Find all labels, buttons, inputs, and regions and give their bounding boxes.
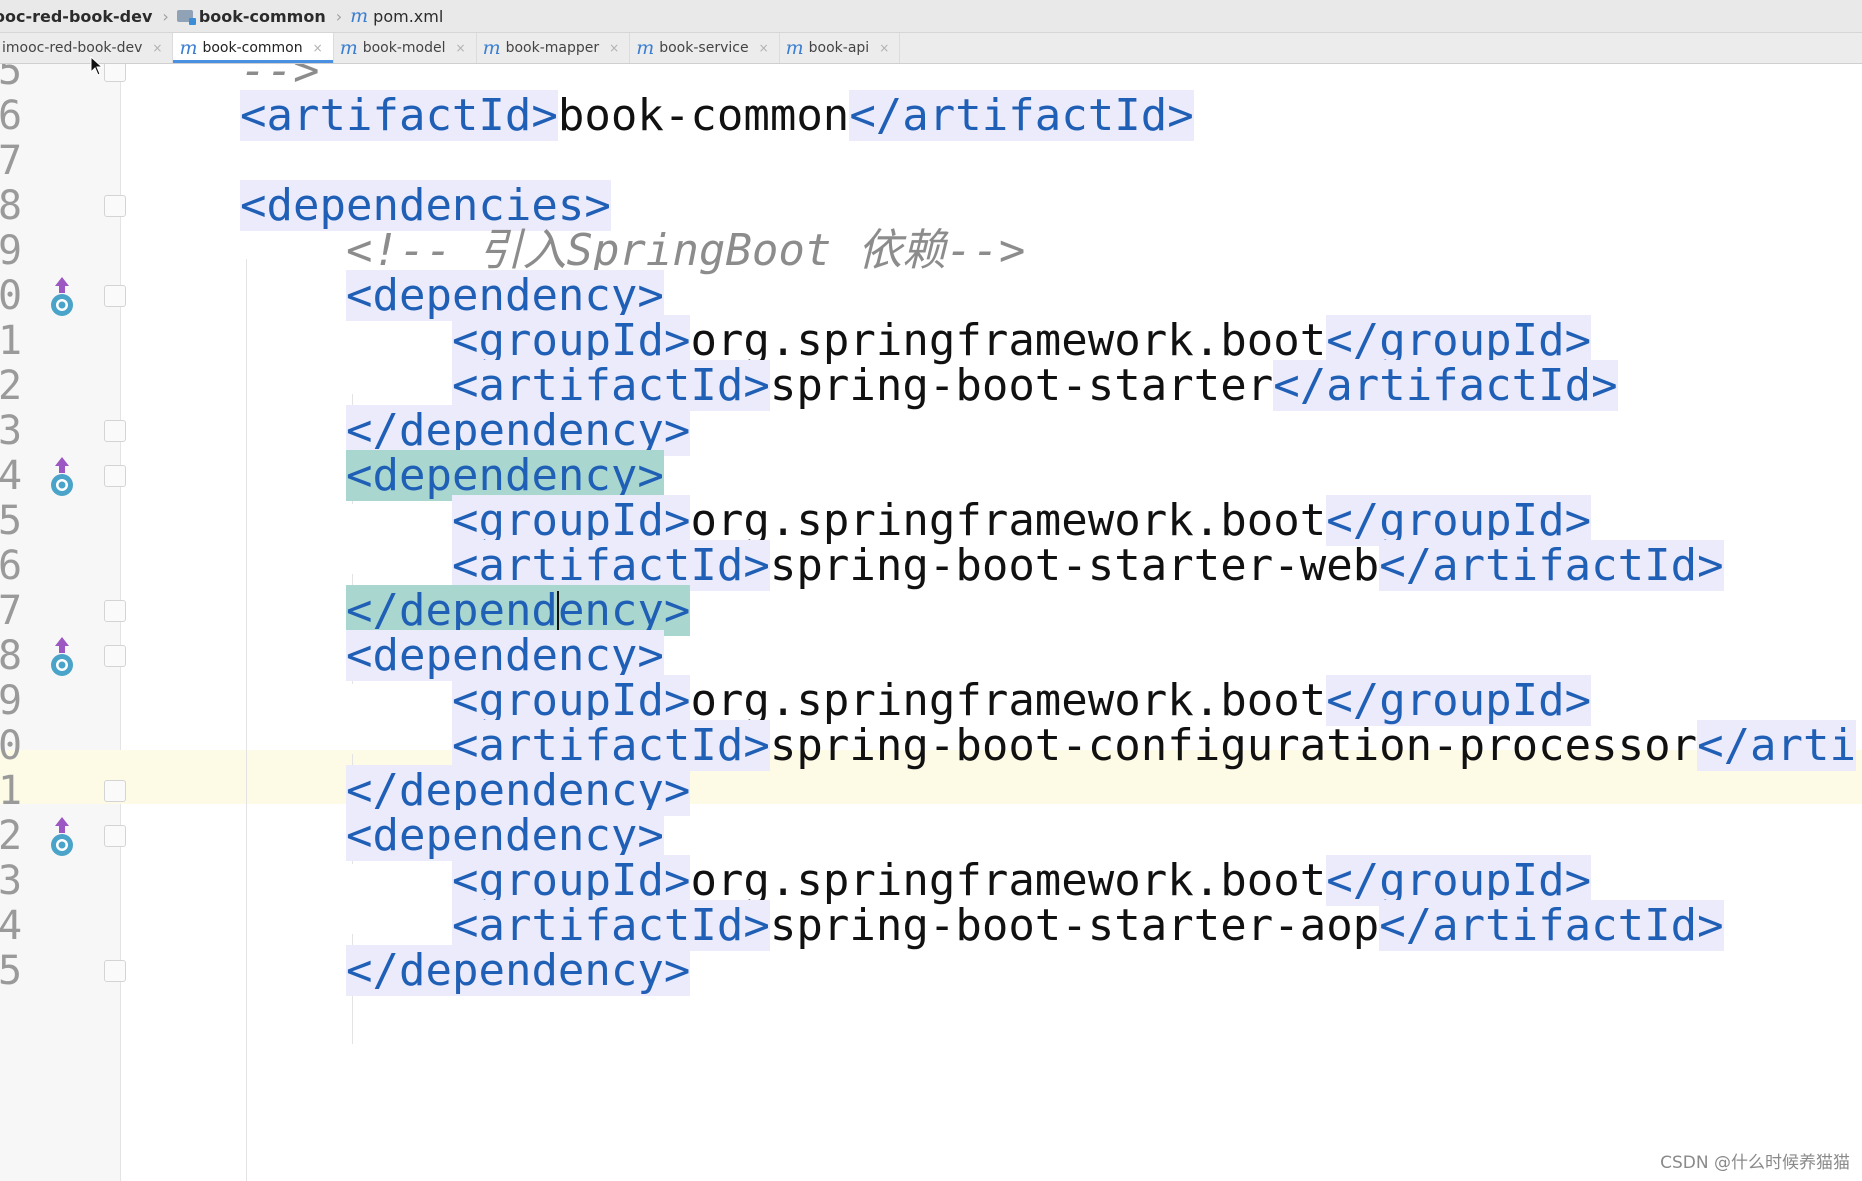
- breadcrumb-label: pom.xml: [373, 6, 444, 26]
- fold-marker[interactable]: [104, 64, 126, 82]
- maven-icon: m: [482, 36, 501, 59]
- chevron-right-icon: ›: [335, 6, 343, 26]
- maven-icon: m: [339, 36, 358, 59]
- maven-dependency-icon[interactable]: [48, 815, 76, 859]
- fold-marker[interactable]: [104, 645, 126, 667]
- fold-marker[interactable]: [104, 600, 126, 622]
- mouse-pointer-icon: [90, 56, 104, 76]
- close-icon[interactable]: ×: [759, 41, 769, 55]
- breadcrumb: ooc-red-book-dev › book-common › m pom.x…: [0, 0, 1862, 33]
- breadcrumb-label: ooc-red-book-dev: [0, 6, 153, 26]
- tab-label: book-api: [808, 40, 870, 56]
- tab-book-model[interactable]: m book-model ×: [334, 33, 477, 63]
- close-icon[interactable]: ×: [456, 41, 466, 55]
- maven-icon: m: [636, 36, 655, 59]
- tab-label: imooc-red-book-dev: [2, 40, 143, 56]
- editor-tab-bar: imooc-red-book-dev × m book-common × m b…: [0, 33, 1862, 64]
- fold-marker[interactable]: [104, 825, 126, 847]
- code-line[interactable]: 5 </dependency>: [0, 944, 1862, 998]
- breadcrumb-item-project[interactable]: ooc-red-book-dev: [0, 7, 162, 26]
- tab-label: book-model: [362, 40, 446, 56]
- fold-marker[interactable]: [104, 420, 126, 442]
- tab-imooc-red-book-dev[interactable]: imooc-red-book-dev ×: [0, 33, 174, 63]
- code-editor[interactable]: 5 --> 6 <artifactId>book-common</artifac…: [0, 64, 1862, 1181]
- fold-marker[interactable]: [104, 195, 126, 217]
- tab-book-service[interactable]: m book-service ×: [630, 33, 780, 63]
- close-icon[interactable]: ×: [313, 41, 323, 55]
- chevron-right-icon: ›: [162, 6, 169, 26]
- tab-book-api[interactable]: m book-api ×: [780, 33, 901, 63]
- close-icon[interactable]: ×: [609, 41, 619, 55]
- close-icon[interactable]: ×: [879, 41, 889, 55]
- breadcrumb-label: book-common: [198, 6, 326, 26]
- tab-book-common[interactable]: m book-common ×: [173, 33, 334, 63]
- module-folder-icon: [176, 10, 196, 25]
- watermark: CSDN @什么时候养猫猫: [1660, 1153, 1850, 1173]
- fold-marker[interactable]: [104, 285, 126, 307]
- line-number: 5: [0, 948, 23, 994]
- fold-marker[interactable]: [104, 465, 126, 487]
- close-icon[interactable]: ×: [152, 41, 162, 55]
- maven-icon: m: [785, 36, 804, 59]
- maven-icon: m: [179, 36, 198, 59]
- maven-icon: m: [350, 4, 369, 27]
- maven-dependency-icon[interactable]: [48, 275, 76, 319]
- fold-marker[interactable]: [104, 780, 126, 802]
- fold-marker[interactable]: [104, 960, 126, 982]
- tab-label: book-service: [659, 40, 749, 56]
- maven-dependency-icon[interactable]: [48, 455, 76, 499]
- maven-dependency-icon[interactable]: [48, 635, 76, 679]
- code-text: </dependency>: [346, 945, 691, 996]
- tab-book-mapper[interactable]: m book-mapper ×: [477, 33, 631, 63]
- tab-label: book-common: [202, 40, 303, 56]
- tab-label: book-mapper: [505, 40, 600, 56]
- breadcrumb-item-module[interactable]: book-common: [176, 6, 336, 26]
- xml-tag: /dependency: [372, 945, 664, 996]
- breadcrumb-item-file[interactable]: m pom.xml: [350, 4, 453, 27]
